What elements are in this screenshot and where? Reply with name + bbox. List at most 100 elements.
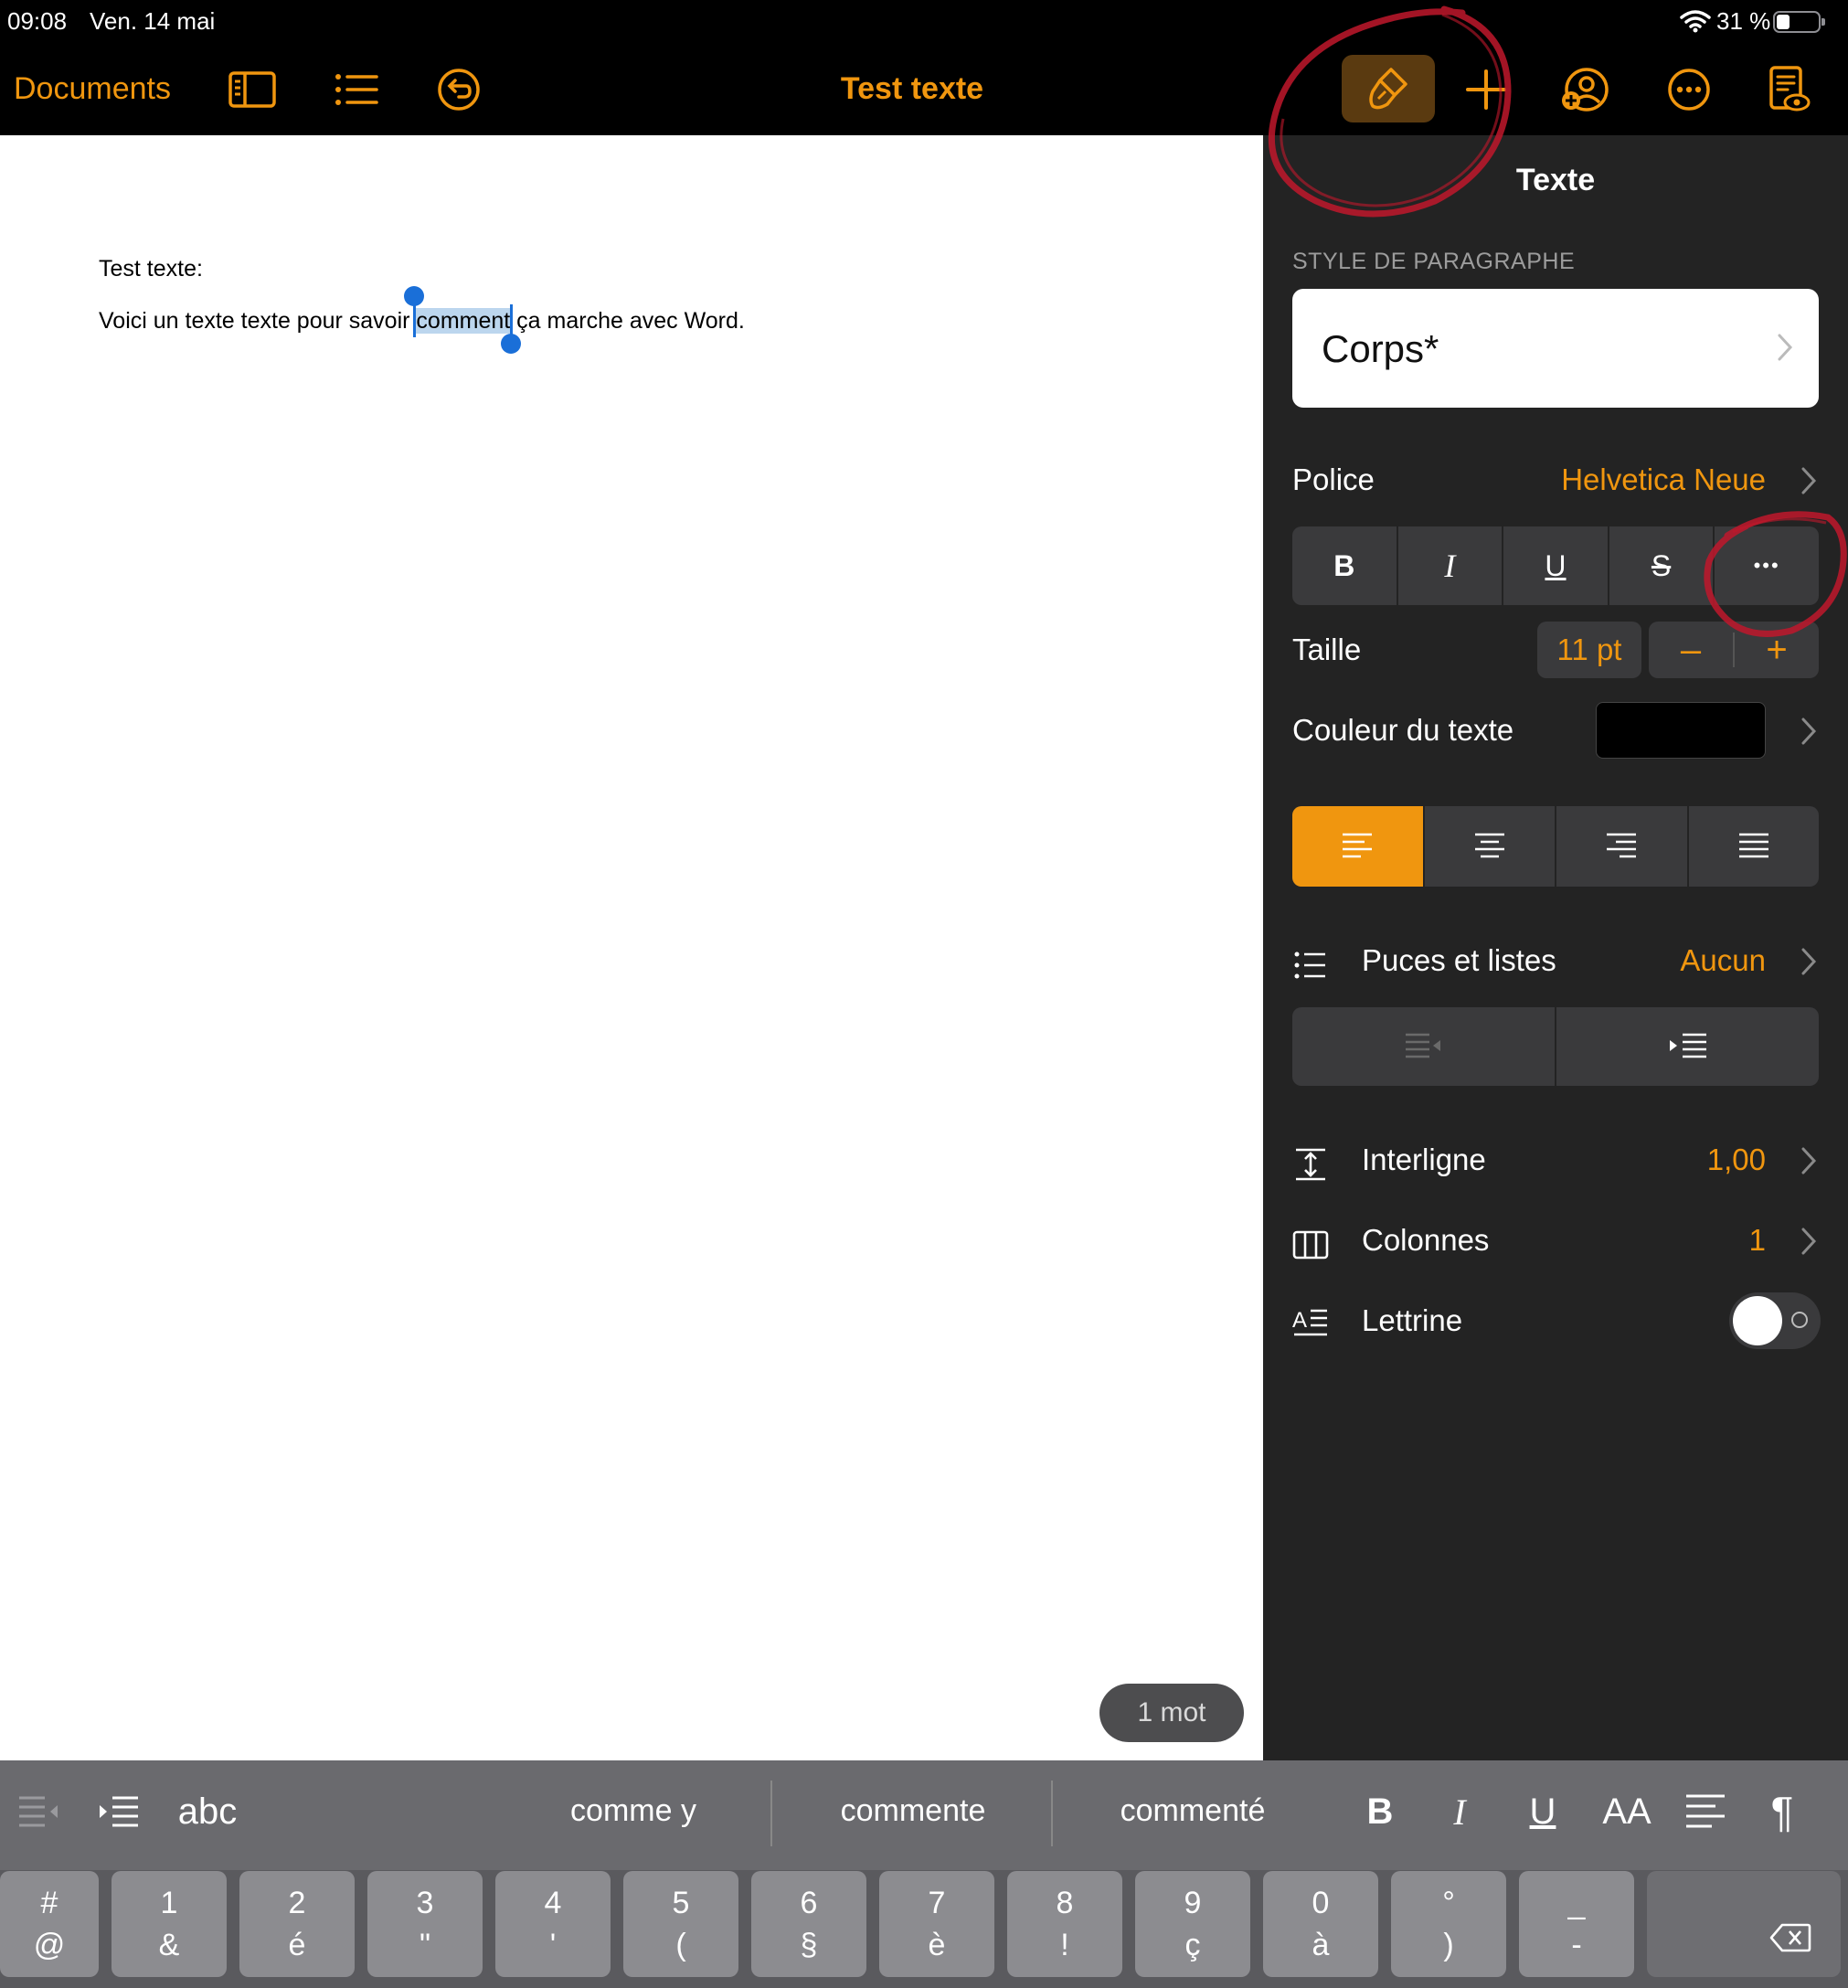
toggle-knob (1733, 1296, 1782, 1345)
doc-text-before: Voici un texte texte pour savoir (99, 308, 417, 334)
drop-cap-toggle[interactable] (1729, 1292, 1821, 1349)
columns-value: 1 (1748, 1223, 1766, 1257)
key-1[interactable]: 1 & (112, 1871, 227, 1977)
paragraph-style-label: STYLE DE PARAGRAPHE (1292, 249, 1576, 274)
keyboard-shortcut-bar: abc comme y commente commenté B I U AA ¶ (0, 1760, 1848, 1870)
text-style-buttons: B I U S ••• (1292, 526, 1819, 605)
line-spacing-label: Interligne (1362, 1143, 1486, 1176)
key-9[interactable]: 9ç (1135, 1871, 1250, 1977)
svg-text:A: A (1292, 1308, 1307, 1333)
align-right-button[interactable] (1556, 806, 1689, 887)
decrease-indent-button[interactable] (1292, 1007, 1556, 1086)
size-label: Taille (1292, 633, 1362, 666)
key-7[interactable]: 7è (879, 1871, 994, 1977)
document-title[interactable]: Test texte (0, 71, 1824, 107)
toolbar: Documents Test texte (0, 44, 1848, 135)
key-degree[interactable]: °) (1391, 1871, 1506, 1977)
key-5[interactable]: 5( (623, 1871, 738, 1977)
word-count-badge[interactable]: 1 mot (1099, 1684, 1244, 1742)
chevron-right-icon (1800, 1227, 1817, 1256)
suggestion-2[interactable]: commente (776, 1793, 1050, 1829)
chevron-right-icon (1800, 466, 1817, 495)
suggestion-1[interactable]: comme y (496, 1793, 770, 1829)
battery-icon (1773, 11, 1825, 33)
bold-button[interactable]: B (1292, 526, 1398, 605)
abc-button[interactable]: abc (166, 1788, 249, 1835)
bold-button[interactable]: B (1353, 1788, 1407, 1835)
font-size-stepper: – + (1649, 622, 1819, 678)
suggestion-divider (770, 1781, 772, 1846)
underline-button[interactable]: U (1503, 526, 1609, 605)
size-increase-button[interactable]: + (1735, 622, 1819, 678)
chevron-right-icon (1777, 333, 1793, 362)
more-text-options-button[interactable]: ••• (1715, 526, 1819, 605)
outdent-icon[interactable] (11, 1788, 66, 1835)
strikethrough-button[interactable]: S (1609, 526, 1715, 605)
status-date: Ven. 14 mai (90, 7, 216, 35)
key-6[interactable]: 6 § (751, 1871, 866, 1977)
selection-end-handle[interactable] (501, 304, 522, 354)
selection-start-handle[interactable] (404, 286, 425, 337)
bullets-label: Puces et listes (1362, 943, 1556, 977)
font-label: Police (1292, 462, 1375, 496)
more-icon[interactable] (1663, 64, 1715, 115)
align-justify-icon (1738, 833, 1768, 858)
document-canvas[interactable]: Test texte: Voici un texte texte pour sa… (0, 135, 1263, 1760)
suggestion-divider (1051, 1781, 1053, 1846)
drop-cap-label: Lettrine (1362, 1303, 1463, 1337)
key-hash-at[interactable]: # @ (0, 1871, 99, 1977)
doc-body-line[interactable]: Voici un texte texte pour savoir comment… (99, 286, 745, 354)
reader-view-icon[interactable] (1762, 64, 1813, 115)
align-left-icon[interactable] (1678, 1788, 1733, 1835)
paragraph-style-button[interactable]: Corps* (1292, 289, 1819, 408)
text-color-swatch[interactable] (1596, 702, 1766, 759)
toggle-off-indicator (1791, 1312, 1808, 1328)
keyboard: # @ 1 & 2é 3 " 4 ' 5( 6 § 7è 8! 9ç 0à °) _ - (0, 1870, 1848, 1988)
paragraph-style-value: Corps* (1322, 327, 1439, 370)
paintbrush-icon[interactable] (1342, 55, 1435, 122)
indent-icon[interactable] (91, 1788, 146, 1835)
chevron-right-icon (1800, 947, 1817, 976)
delete-key[interactable] (1647, 1871, 1841, 1977)
key-8[interactable]: 8! (1007, 1871, 1122, 1977)
italic-button[interactable]: I (1432, 1788, 1487, 1835)
doc-text-after: ça marche avec Word. (510, 308, 745, 334)
paragraph-button[interactable]: ¶ (1755, 1788, 1810, 1835)
align-center-icon (1474, 833, 1504, 858)
align-justify-button[interactable] (1689, 806, 1820, 887)
text-color-label: Couleur du texte (1292, 713, 1514, 747)
columns-label: Colonnes (1362, 1223, 1490, 1257)
alignment-buttons (1292, 806, 1819, 887)
font-size-button[interactable]: AA (1595, 1788, 1659, 1835)
status-time: 09:08 (7, 7, 68, 35)
align-center-button[interactable] (1425, 806, 1556, 887)
chevron-right-icon (1800, 1146, 1817, 1175)
selected-text[interactable]: comment (404, 286, 522, 354)
doc-heading-line[interactable]: Test texte: (99, 256, 203, 282)
align-right-icon (1607, 833, 1637, 858)
align-left-button[interactable] (1292, 806, 1425, 887)
increase-indent-button[interactable] (1556, 1007, 1819, 1086)
selected-word: comment (416, 308, 511, 334)
line-spacing-icon (1292, 1146, 1329, 1183)
collaborate-icon[interactable] (1559, 64, 1610, 115)
backspace-icon (1769, 1923, 1811, 1952)
key-underscore[interactable]: _ - (1519, 1871, 1634, 1977)
key-2[interactable]: 2é (239, 1871, 355, 1977)
outdent-icon (1405, 1033, 1440, 1058)
status-bar: 09:08 Ven. 14 mai 31 % (0, 0, 1848, 44)
underline-button[interactable]: U (1515, 1788, 1570, 1835)
wifi-icon (1680, 10, 1711, 33)
size-decrease-button[interactable]: – (1649, 630, 1735, 670)
key-4[interactable]: 4 ' (495, 1871, 611, 1977)
columns-icon (1292, 1227, 1329, 1263)
key-0[interactable]: 0à (1263, 1871, 1378, 1977)
chevron-right-icon (1800, 717, 1817, 746)
suggestion-3[interactable]: commenté (1056, 1793, 1330, 1829)
font-value: Helvetica Neue (1561, 462, 1766, 496)
italic-button[interactable]: I (1398, 526, 1504, 605)
key-3[interactable]: 3 " (367, 1871, 483, 1977)
font-size-value[interactable]: 11 pt (1537, 622, 1641, 678)
indent-icon (1669, 1033, 1706, 1058)
plus-icon[interactable] (1460, 64, 1512, 115)
